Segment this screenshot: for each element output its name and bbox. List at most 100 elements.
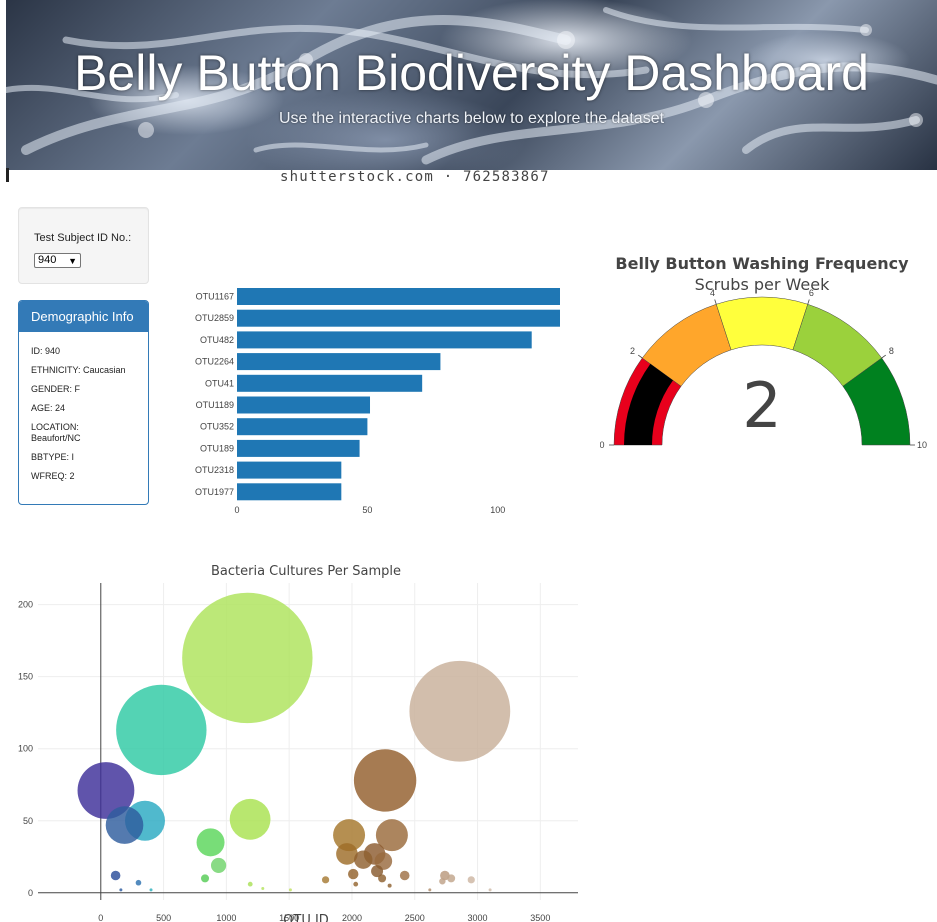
y-tick-label: 200 (18, 600, 33, 610)
bubble-point (387, 883, 392, 888)
bubble-point (135, 879, 142, 886)
page-title: Belly Button Biodiversity Dashboard (74, 45, 869, 101)
demo-line-location: LOCATION: Beaufort/NC (31, 422, 81, 443)
y-tick-label: OTU189 (200, 443, 234, 453)
bubble-point (348, 868, 359, 880)
gauge-tick-label: 8 (889, 346, 894, 356)
panel-title: Demographic Info (19, 301, 148, 332)
demographic-metadata: ID: 940 ETHNICITY: Caucasian GENDER: F A… (19, 332, 148, 482)
bubble-point (447, 874, 456, 883)
bubble-point (354, 850, 373, 869)
bubble-point (196, 828, 225, 857)
bubble-point (378, 874, 387, 883)
gauge-tick-label: 0 (600, 440, 605, 450)
gauge-value-text: 2 (742, 369, 781, 442)
y-tick-label: 50 (23, 816, 33, 826)
bubble-chart-title: Bacteria Cultures Per Sample (211, 564, 401, 579)
y-tick-label: OTU41 (205, 378, 234, 388)
y-tick-label: OTU1189 (196, 400, 234, 410)
x-tick-label: 500 (156, 913, 171, 922)
bar-otu482 (237, 331, 532, 349)
bubble-point (149, 888, 153, 892)
demo-line-ethnicity: ETHNICITY: Caucasian (31, 365, 126, 375)
y-tick-label: OTU352 (200, 422, 234, 432)
y-tick-label: OTU2264 (195, 357, 234, 367)
top-otu-bar-chart[interactable]: OTU1167 OTU2859 OTU482 OTU2264 OTU41 OTU1189 O… (160, 280, 560, 520)
demo-line-wfreq: WFREQ: 2 (31, 471, 75, 481)
page-subtitle: Use the interactive charts below to expl… (278, 110, 665, 127)
x-tick-label: 2500 (405, 913, 425, 922)
image-edge-mark (6, 168, 9, 182)
bubble-layer (77, 592, 511, 892)
bubble-point (428, 888, 432, 892)
bubble-point (288, 888, 292, 892)
bubble-point (116, 684, 207, 776)
gauge-tick (714, 299, 717, 305)
bar-otu1167 (237, 288, 560, 305)
x-axis-title: OTU ID (283, 913, 329, 922)
bubble-point (439, 878, 446, 885)
gauge-step-2 (715, 296, 809, 351)
x-tick-label: 100 (490, 505, 505, 515)
subject-id-select[interactable]: 940 ▼ (34, 253, 81, 268)
demo-line-age: AGE: 24 (31, 403, 66, 413)
bar-otu189 (237, 439, 360, 457)
y-tick-label: 100 (18, 744, 33, 754)
bubble-point (321, 876, 330, 884)
jumbotron-header: Belly Button Biodiversity Dashboard Use … (6, 0, 937, 170)
gauge-tick (637, 354, 643, 359)
x-tick-label: 3000 (468, 913, 488, 922)
bar-otu352 (237, 418, 368, 436)
bar-otu1189 (237, 396, 371, 414)
demographic-info-panel: Demographic Info ID: 940 ETHNICITY: Cauc… (18, 300, 149, 505)
bubble-point (488, 888, 492, 892)
x-tick-label: 2000 (342, 913, 362, 922)
y-tick-label: 150 (18, 672, 33, 682)
bubble-point (119, 888, 123, 892)
gauge-tick-label: 4 (710, 288, 715, 298)
y-tick-label: OTU1167 (196, 292, 234, 302)
washing-frequency-gauge[interactable]: Belly Button Washing FrequencyScrubs per… (600, 240, 930, 470)
bubble-point (353, 749, 417, 812)
demo-line-gender: GENDER: F (31, 384, 81, 394)
demo-line-id: ID: 940 (31, 346, 61, 356)
y-tick-label: OTU482 (200, 335, 234, 345)
bubble-point (399, 870, 410, 881)
x-tick-label: 0 (234, 505, 239, 515)
bubble-point (229, 798, 271, 840)
bubble-point (247, 881, 253, 887)
demo-line-bbtype: BBTYPE: I (31, 452, 75, 462)
x-tick-label: 3500 (530, 913, 550, 922)
x-tick-label: 0 (98, 913, 103, 922)
x-tick-label: 50 (362, 505, 372, 515)
gauge-tick-label: 2 (630, 346, 635, 356)
gauge-tick-label: 6 (809, 288, 814, 298)
subject-id-selected-value: 940 (38, 254, 57, 266)
bubble-point (182, 592, 313, 724)
bubble-point (110, 870, 121, 881)
bubble-point (201, 874, 210, 883)
bacteria-bubble-chart[interactable]: 0 500 1000 1500 2000 2500 3000 3500050100150200… (0, 555, 600, 922)
bar-otu1977 (237, 483, 342, 501)
subject-selector-label: Test Subject ID No.: (34, 232, 132, 244)
gauge-tick (881, 354, 887, 359)
bar-otu2859 (237, 309, 560, 327)
y-tick-label: OTU1977 (195, 487, 234, 497)
bar-otu2318 (237, 461, 342, 479)
chevron-down-icon: ▼ (68, 256, 77, 266)
bar-otu41 (237, 374, 423, 392)
bubble-point (353, 881, 359, 887)
bubble-point (105, 806, 144, 844)
y-tick-label: 0 (28, 888, 33, 898)
bar-otu2264 (237, 353, 441, 371)
bubble-point (409, 660, 511, 762)
subject-selector-well: Test Subject ID No.: 940 ▼ (18, 207, 149, 284)
gauge-tick-label: 10 (917, 440, 927, 450)
x-tick-label: 1000 (216, 913, 236, 922)
bubble-point (467, 876, 475, 884)
gauge-tick (807, 299, 810, 305)
bubble-point (261, 886, 265, 890)
watermark-text: shutterstock.com · 762583867 (280, 169, 550, 185)
y-tick-label: OTU2318 (195, 465, 234, 475)
gauge-title: Belly Button Washing Frequency (615, 254, 909, 273)
